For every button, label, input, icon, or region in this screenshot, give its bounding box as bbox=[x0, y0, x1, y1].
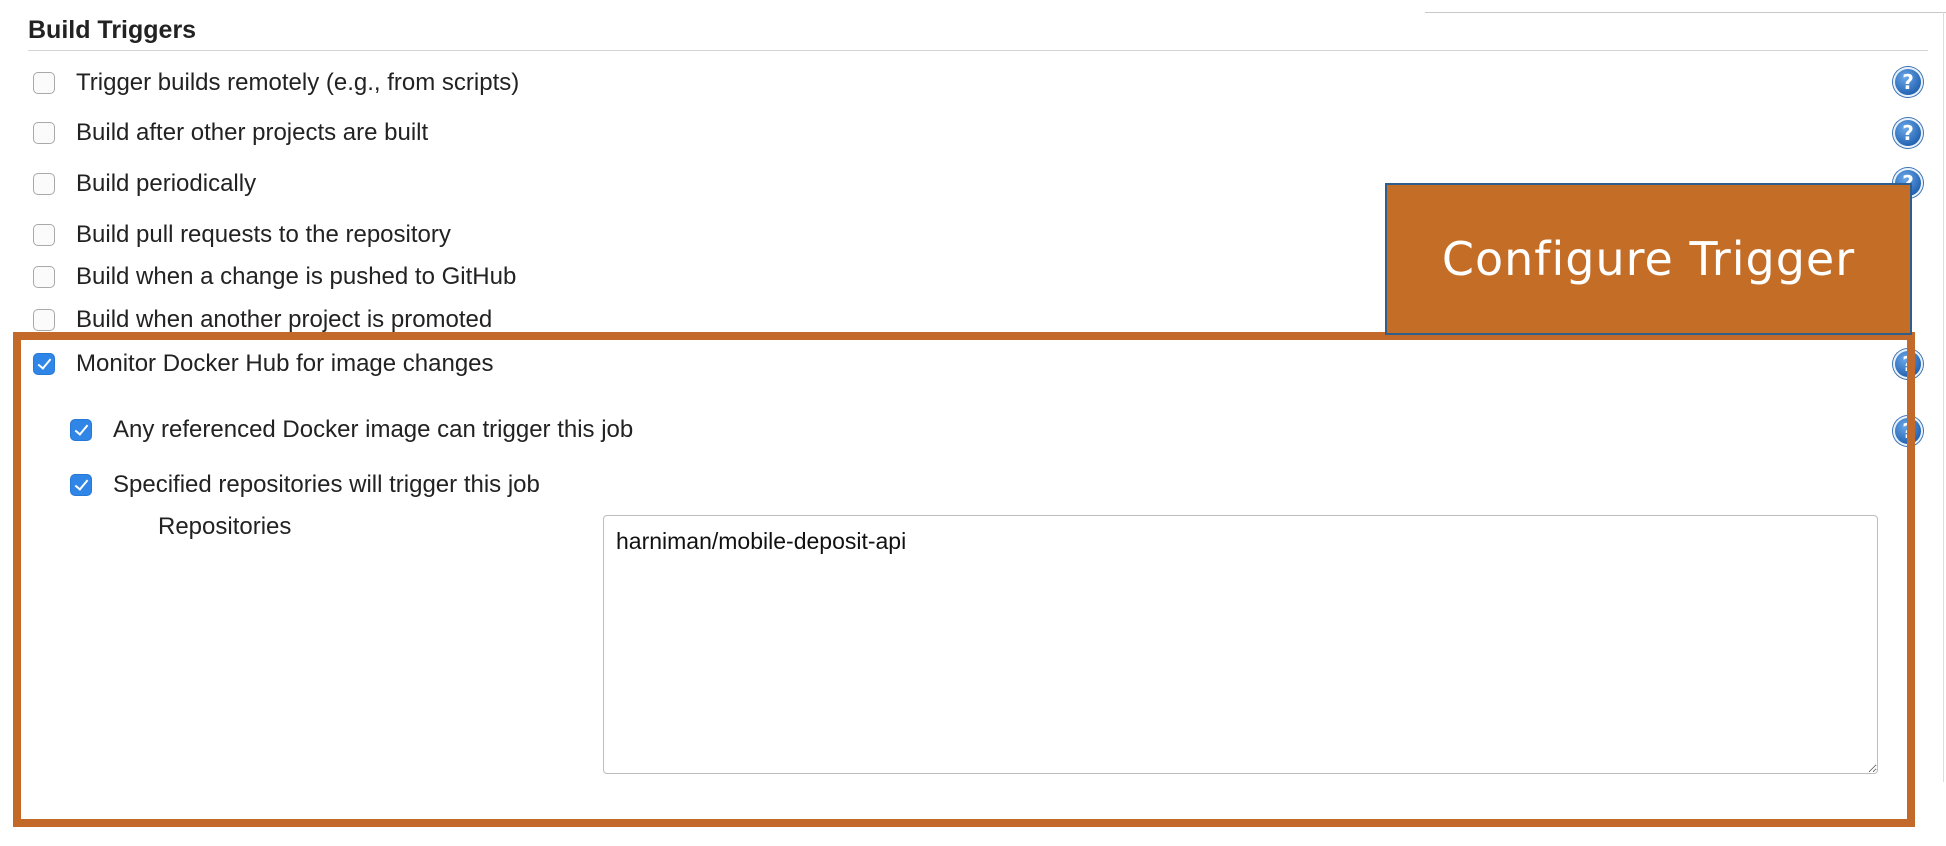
checkbox-trigger-docker-hub[interactable] bbox=[33, 353, 55, 375]
docker-option-label-any-image: Any referenced Docker image can trigger … bbox=[113, 416, 634, 443]
trigger-row-github-push[interactable]: Build when a change is pushed to GitHub bbox=[33, 257, 516, 297]
trigger-label-promoted: Build when another project is promoted bbox=[76, 306, 493, 333]
trigger-label-docker-hub: Monitor Docker Hub for image changes bbox=[76, 350, 494, 377]
help-icon[interactable]: ? bbox=[1893, 67, 1923, 97]
panel-top-border bbox=[1425, 12, 1946, 13]
help-icon[interactable]: ? bbox=[1893, 118, 1923, 148]
trigger-row-docker-hub[interactable]: Monitor Docker Hub for image changes bbox=[33, 344, 494, 384]
section-title: Build Triggers bbox=[28, 14, 1928, 51]
trigger-row-promoted[interactable]: Build when another project is promoted bbox=[33, 300, 492, 340]
trigger-label-remote: Trigger builds remotely (e.g., from scri… bbox=[76, 69, 520, 96]
checkbox-docker-specified-repos[interactable] bbox=[70, 474, 92, 496]
trigger-label-periodically: Build periodically bbox=[76, 170, 257, 197]
docker-option-row-specified-repos[interactable]: Specified repositories will trigger this… bbox=[70, 465, 540, 505]
trigger-label-pull-requests: Build pull requests to the repository bbox=[76, 221, 451, 248]
panel-right-border bbox=[1943, 12, 1944, 782]
checkbox-docker-any-image[interactable] bbox=[70, 419, 92, 441]
trigger-label-after-other: Build after other projects are built bbox=[76, 119, 429, 146]
trigger-label-github-push: Build when a change is pushed to GitHub bbox=[76, 263, 517, 290]
repositories-label: Repositories bbox=[158, 513, 292, 540]
repositories-textarea[interactable]: harniman/mobile-deposit-api bbox=[603, 515, 1878, 774]
checkbox-trigger-promoted[interactable] bbox=[33, 309, 55, 331]
help-icon[interactable]: ? bbox=[1893, 416, 1923, 446]
configure-trigger-callout: Configure Trigger bbox=[1385, 183, 1912, 335]
checkbox-trigger-github-push[interactable] bbox=[33, 266, 55, 288]
callout-text: Configure Trigger bbox=[1441, 232, 1856, 286]
docker-option-row-any-image[interactable]: Any referenced Docker image can trigger … bbox=[70, 410, 633, 450]
trigger-row-remote[interactable]: Trigger builds remotely (e.g., from scri… bbox=[33, 63, 519, 103]
help-icon[interactable]: ? bbox=[1893, 349, 1923, 379]
checkbox-trigger-periodically[interactable] bbox=[33, 173, 55, 195]
checkbox-trigger-after-other[interactable] bbox=[33, 122, 55, 144]
trigger-row-pull-requests[interactable]: Build pull requests to the repository bbox=[33, 215, 451, 255]
trigger-row-after-other[interactable]: Build after other projects are built bbox=[33, 113, 428, 153]
docker-option-label-specified-repos: Specified repositories will trigger this… bbox=[113, 471, 540, 498]
checkbox-trigger-pull-requests[interactable] bbox=[33, 224, 55, 246]
checkbox-trigger-remote[interactable] bbox=[33, 72, 55, 94]
trigger-row-periodically[interactable]: Build periodically bbox=[33, 164, 256, 204]
